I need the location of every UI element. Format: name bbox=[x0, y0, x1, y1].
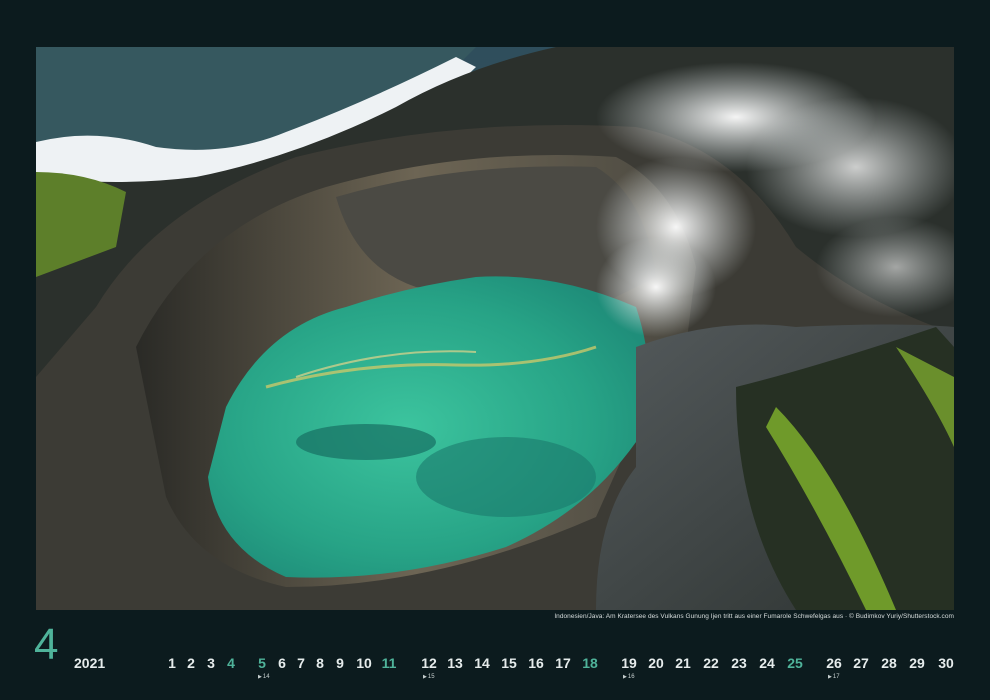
week-number-label: 15 bbox=[427, 674, 435, 680]
week-marker-icon: ▶ bbox=[423, 674, 427, 680]
calendar-day: 28 bbox=[881, 655, 897, 671]
calendar-day: 24 bbox=[759, 655, 775, 671]
calendar-day: 18 bbox=[582, 655, 598, 671]
week-marker-icon: ▶ bbox=[623, 674, 627, 680]
photo-caption: Indonesien/Java: Am Kratersee des Vulkan… bbox=[554, 613, 954, 620]
volcano-crater-lake-photo bbox=[36, 47, 954, 610]
calendar-day: 12 bbox=[421, 655, 437, 671]
calendar-day: 22 bbox=[703, 655, 719, 671]
week-number: ▶14 bbox=[258, 674, 270, 680]
week-marker-icon: ▶ bbox=[828, 674, 832, 680]
week-number-label: 14 bbox=[262, 674, 270, 680]
calendar-day: 29 bbox=[909, 655, 925, 671]
week-number-label: 16 bbox=[627, 674, 635, 680]
calendar-day: 2 bbox=[187, 655, 195, 671]
week-number-label: 17 bbox=[832, 674, 840, 680]
calendar-day: 27 bbox=[853, 655, 869, 671]
calendar-day: 23 bbox=[731, 655, 747, 671]
calendar-day: 10 bbox=[356, 655, 372, 671]
calendar-day: 6 bbox=[278, 655, 286, 671]
week-number: ▶17 bbox=[828, 674, 840, 680]
week-number: ▶16 bbox=[623, 674, 635, 680]
calendar-day: 30 bbox=[938, 655, 954, 671]
calendar-photo bbox=[36, 47, 954, 610]
calendar-day: 13 bbox=[447, 655, 463, 671]
calendar-day: 25 bbox=[787, 655, 803, 671]
calendar-day: 1 bbox=[168, 655, 176, 671]
calendar-day: 7 bbox=[297, 655, 305, 671]
calendar-day: 4 bbox=[227, 655, 235, 671]
calendar-day: 14 bbox=[474, 655, 490, 671]
week-number: ▶15 bbox=[423, 674, 435, 680]
calendar-day: 17 bbox=[555, 655, 571, 671]
calendar-day: 26 bbox=[826, 655, 842, 671]
calendar-day: 16 bbox=[528, 655, 544, 671]
calendar-day: 5 bbox=[258, 655, 266, 671]
calendar-day: 15 bbox=[501, 655, 517, 671]
calendar-day: 20 bbox=[648, 655, 664, 671]
week-marker-icon: ▶ bbox=[258, 674, 262, 680]
calendar-day: 3 bbox=[207, 655, 215, 671]
calendar-day: 19 bbox=[621, 655, 637, 671]
calendar-day: 9 bbox=[336, 655, 344, 671]
calendar-day: 8 bbox=[316, 655, 324, 671]
day-strip: 1 2 3 4 5 6 7 8 9 10 11 12 13 14 15 16 17 18 19 20 21 22 23 24 2… bbox=[0, 655, 990, 695]
calendar-day: 11 bbox=[381, 655, 397, 671]
calendar-day: 21 bbox=[675, 655, 691, 671]
